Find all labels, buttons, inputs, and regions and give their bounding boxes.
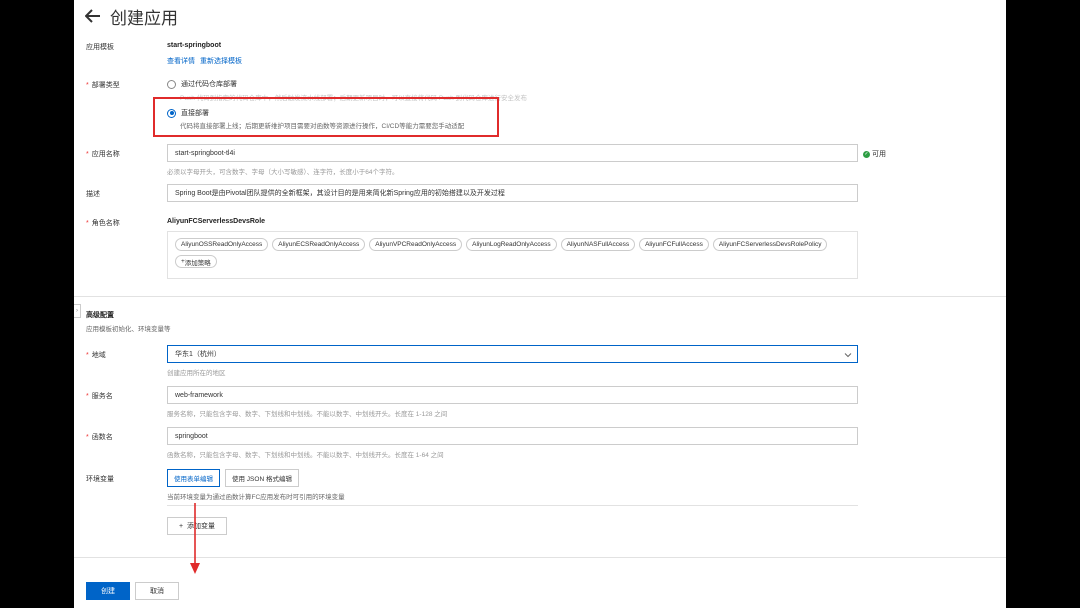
tab-json-edit[interactable]: 使用 JSON 格式编辑 [225,469,299,487]
role-value: AliyunFCServerlessDevsRole [167,218,266,225]
app-name-status: ✓ 可用 [863,149,886,159]
description-value: Spring Boot是由Pivotal团队提供的全新框架，其设计目的是用来简化… [175,190,505,197]
app-name-label: * 应用名称 [86,151,120,158]
cancel-button[interactable]: 取消 [135,582,179,600]
deploy-option-repo-label: 通过代码仓库部署 [181,81,237,88]
check-circle-icon: ✓ [863,150,870,158]
function-hint: 函数名称，只能包含字母、数字、下划线和中划线。不能以数字、中划线开头。长度在 1… [167,452,444,459]
app-name-hint: 必须以字母开头，可含数字、字母（大小写敏感）、连字符，长度小于64个字符。 [167,169,399,176]
env-var-area [167,505,858,540]
region-select[interactable]: 华东1（杭州） [167,345,858,363]
policy-tag: AliyunVPCReadOnlyAccess [369,238,463,251]
radio-direct[interactable] [167,108,176,118]
region-hint: 创建应用所在的地区 [167,370,226,377]
template-links: 查看详情 重新选择模板 [167,56,242,66]
footer-divider [74,557,1006,558]
service-hint: 服务名称，只能包含字母、数字、下划线和中划线。不能以数字、中划线开头。长度在 1… [167,411,448,418]
annotation-arrow-icon [190,503,200,574]
template-value: start-springboot [167,42,222,49]
function-value: springboot [175,432,208,440]
plus-icon: + [178,522,184,530]
deploy-option-direct-hint: 代码将直接部署上线；后期更新维护项目需要对函数等资源进行操作，CI/CD等能力需… [180,123,465,130]
policy-tag: AliyunFCFullAccess [639,238,709,251]
function-label: * 函数名 [86,434,113,441]
deploy-option-direct[interactable]: 直接部署 [167,108,209,118]
deploy-option-repo[interactable]: 通过代码仓库部署 [167,79,237,89]
role-label: * 角色名称 [86,220,120,227]
tab-form-edit[interactable]: 使用表单编辑 [167,469,220,487]
create-button[interactable]: 创建 [86,582,130,600]
add-policy-button[interactable]: + 添加策略 [175,255,217,268]
radio-repo[interactable] [167,79,176,89]
reselect-template-link[interactable]: 重新选择模板 [200,56,242,66]
service-value: web-framework [175,391,223,399]
advanced-title: 高级配置 [86,312,114,319]
chevron-right-icon[interactable]: › [74,304,81,318]
app-name-value: start-springboot-tl4i [175,149,235,157]
function-input[interactable]: springboot [167,427,858,445]
page-title: 创建应用 [110,8,178,28]
description-input[interactable]: Spring Boot是由Pivotal团队提供的全新框架，其设计目的是用来简化… [167,184,858,202]
region-value: 华东1（杭州） [175,351,221,358]
region-label: * 地域 [86,352,106,359]
policy-tag: AliyunFCServerlessDevsRolePolicy [712,238,828,251]
env-hint: 当前环境变量为通过函数计算FC应用发布时可引用的环境变量 [167,494,345,501]
chevron-down-icon [844,353,852,358]
service-input[interactable]: web-framework [167,386,858,404]
deploy-option-direct-label: 直接部署 [181,110,209,117]
section-divider [74,296,1006,297]
policy-tag: AliyunOSSReadOnlyAccess [175,238,269,251]
view-details-link[interactable]: 查看详情 [167,56,195,66]
policy-tag: AliyunNASFullAccess [560,238,636,251]
create-app-page: 创建应用 应用模板 start-springboot 查看详情 重新选择模板 *… [74,0,1006,608]
description-label: 描述 [86,191,100,198]
app-name-status-text: 可用 [872,151,886,158]
back-arrow-icon[interactable] [84,7,102,25]
service-label: * 服务名 [86,393,113,400]
policy-box: AliyunOSSReadOnlyAccess AliyunECSReadOnl… [167,231,858,279]
template-label: 应用模板 [86,44,114,51]
deploy-type-label: * 部署类型 [86,82,120,89]
env-label: 环境变量 [86,476,114,483]
add-policy-label: 添加策略 [184,259,211,267]
page-header: 创建应用 [84,4,178,28]
policy-tag: AliyunLogReadOnlyAccess [466,238,557,251]
policy-tag: AliyunECSReadOnlyAccess [272,238,366,251]
app-name-input[interactable]: start-springboot-tl4i [167,144,858,162]
advanced-subtitle: 应用模板初始化、环境变量等 [86,326,171,333]
